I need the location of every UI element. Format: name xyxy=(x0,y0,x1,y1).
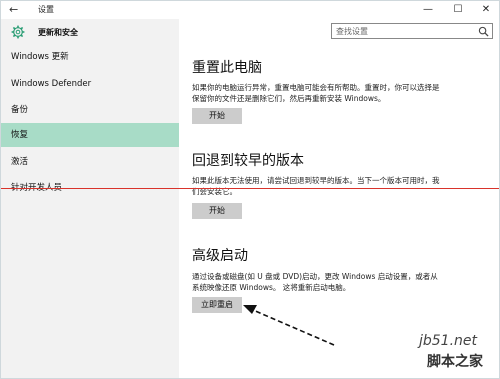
sidebar-item-windows-update[interactable]: Windows 更新 xyxy=(1,45,179,69)
maximize-button[interactable]: ☐ xyxy=(443,1,473,19)
sidebar-item-windows-defender[interactable]: Windows Defender xyxy=(1,72,179,96)
watermark-name: 脚本之家 xyxy=(427,354,483,370)
annotation-red-line xyxy=(1,188,499,189)
rollback-heading: 回退到较早的版本 xyxy=(192,153,304,169)
reset-pc-heading: 重置此电脑 xyxy=(192,60,262,76)
sidebar-title: 更新和安全 xyxy=(38,28,78,37)
advanced-startup-description: 通过设备或磁盘(如 U 盘或 DVD)启动，更改 Windows 启动设置，或者… xyxy=(192,272,438,292)
annotation-arrow-icon xyxy=(243,305,335,346)
minimize-button[interactable]: — xyxy=(413,1,443,19)
sidebar-item-recovery[interactable]: 恢复 xyxy=(1,123,179,147)
watermark-site: jb51.net xyxy=(419,333,478,349)
title-bar: ← 设置 — ☐ ✕ xyxy=(1,1,499,19)
window-title: 设置 xyxy=(38,5,54,14)
search-input[interactable]: 查找设置 xyxy=(336,26,368,37)
advanced-startup-heading: 高级启动 xyxy=(192,248,248,264)
rollback-description: 如果此版本无法使用，请尝试回退到较早的版本。当下一个版本可用时，我们会安装它。 xyxy=(192,176,440,196)
sidebar-item-activation[interactable]: 激活 xyxy=(1,150,179,174)
search-box[interactable]: 查找设置 xyxy=(331,23,493,39)
sidebar-header: 更新和安全 xyxy=(1,19,179,45)
restart-now-button[interactable]: 立即重启 xyxy=(192,297,242,313)
sidebar: 更新和安全 Windows 更新 Windows Defender 备份 恢复 … xyxy=(1,19,179,378)
gear-icon xyxy=(11,25,25,39)
sidebar-item-backup[interactable]: 备份 xyxy=(1,98,179,122)
rollback-start-button[interactable]: 开始 xyxy=(192,203,242,219)
reset-start-button[interactable]: 开始 xyxy=(192,108,242,124)
search-icon[interactable] xyxy=(478,26,489,37)
close-button[interactable]: ✕ xyxy=(471,1,499,19)
reset-pc-description: 如果你的电脑运行异常，重置电脑可能会有所帮助。重置时，你可以选择是保留你的文件还… xyxy=(192,83,440,103)
back-arrow-icon[interactable]: ← xyxy=(9,3,23,17)
settings-window: ← 设置 — ☐ ✕ 更新和安全 Windows 更新 Windows Defe… xyxy=(0,0,500,379)
